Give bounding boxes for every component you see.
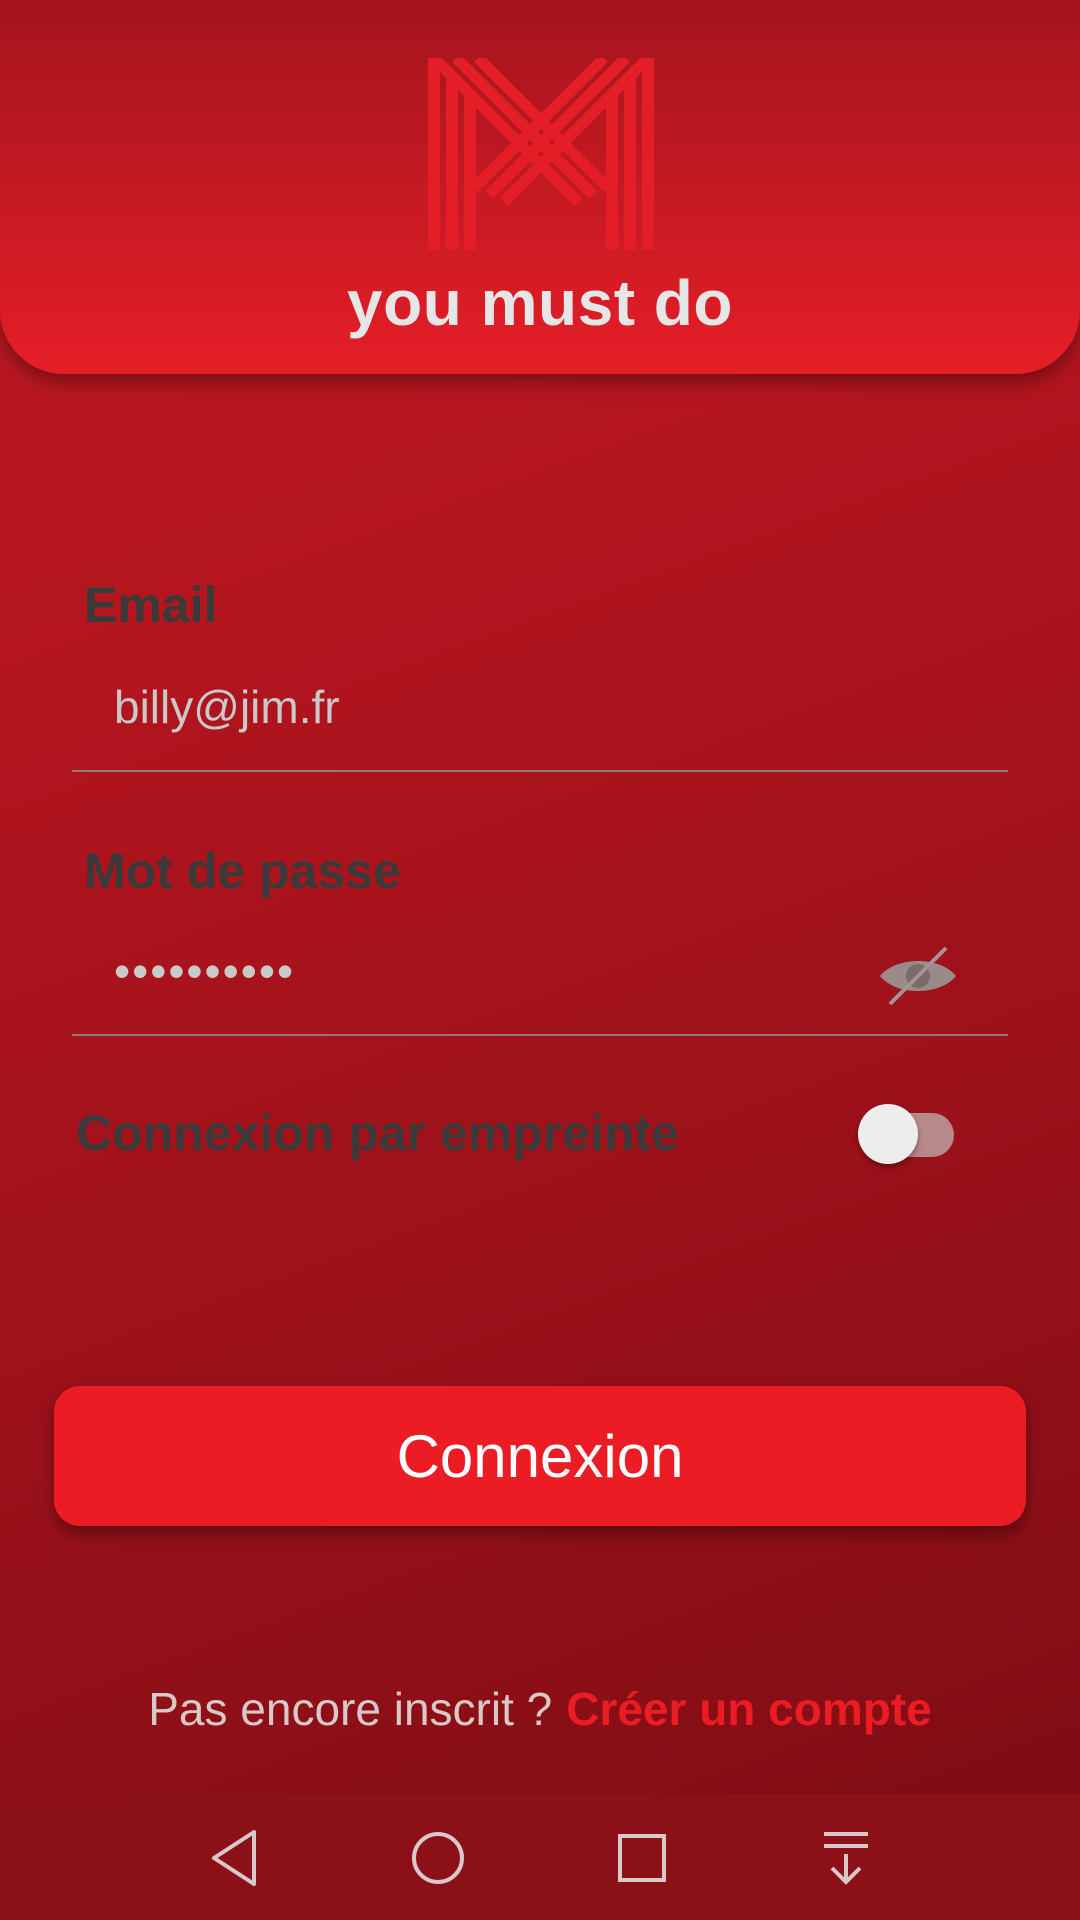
- signup-row: Pas encore inscrit ? Créer un compte: [0, 1682, 1080, 1736]
- login-button[interactable]: Connexion: [54, 1386, 1026, 1526]
- eye-off-icon[interactable]: [878, 944, 958, 1008]
- brand-title: you must do: [347, 267, 733, 339]
- recents-icon[interactable]: [604, 1820, 680, 1896]
- password-underline: [72, 1034, 1008, 1036]
- signup-prompt: Pas encore inscrit ?: [148, 1683, 553, 1735]
- home-icon[interactable]: [400, 1820, 476, 1896]
- fingerprint-switch-knob[interactable]: [858, 1104, 918, 1164]
- create-account-link[interactable]: Créer un compte: [566, 1683, 932, 1735]
- notifications-icon[interactable]: [808, 1820, 884, 1896]
- password-field[interactable]: ••••••••••: [114, 944, 295, 998]
- email-field[interactable]: billy@jim.fr: [114, 680, 340, 734]
- password-label: Mot de passe: [84, 843, 401, 899]
- m-logo-icon: [428, 58, 654, 250]
- email-underline: [72, 770, 1008, 772]
- back-icon[interactable]: [196, 1820, 272, 1896]
- email-label: Email: [84, 577, 218, 633]
- fingerprint-label: Connexion par empreinte: [76, 1105, 679, 1161]
- header: you must do: [0, 0, 1080, 374]
- system-navigation-bar: [0, 1794, 1080, 1920]
